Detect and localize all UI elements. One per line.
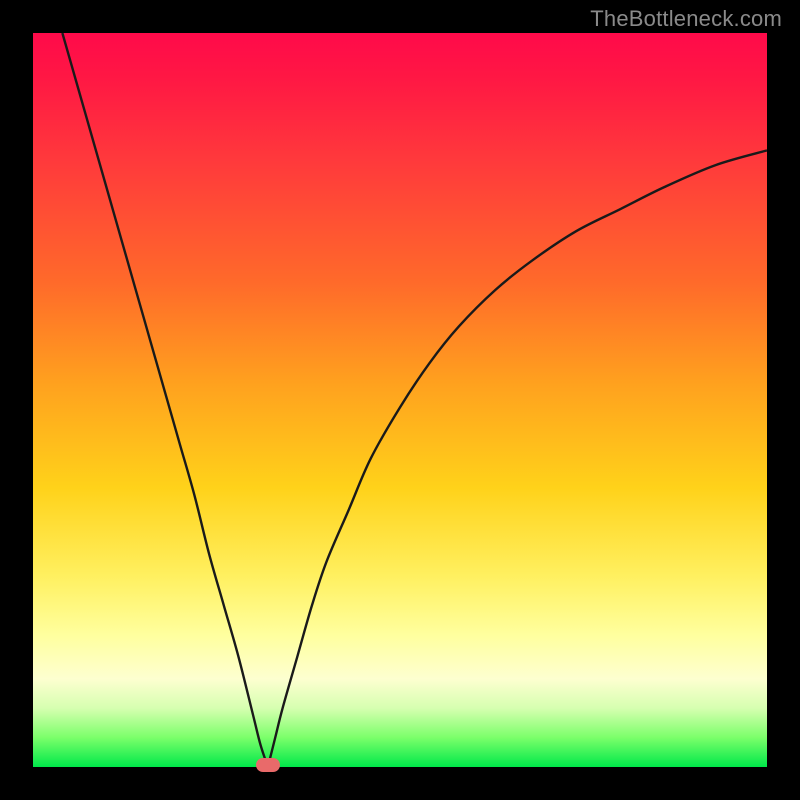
curve-left-branch (62, 33, 268, 767)
plot-area (33, 33, 767, 767)
curve-right-branch (268, 150, 767, 767)
minimum-marker (256, 758, 280, 772)
bottleneck-curve (33, 33, 767, 767)
watermark-text: TheBottleneck.com (590, 6, 782, 32)
chart-frame: TheBottleneck.com (0, 0, 800, 800)
